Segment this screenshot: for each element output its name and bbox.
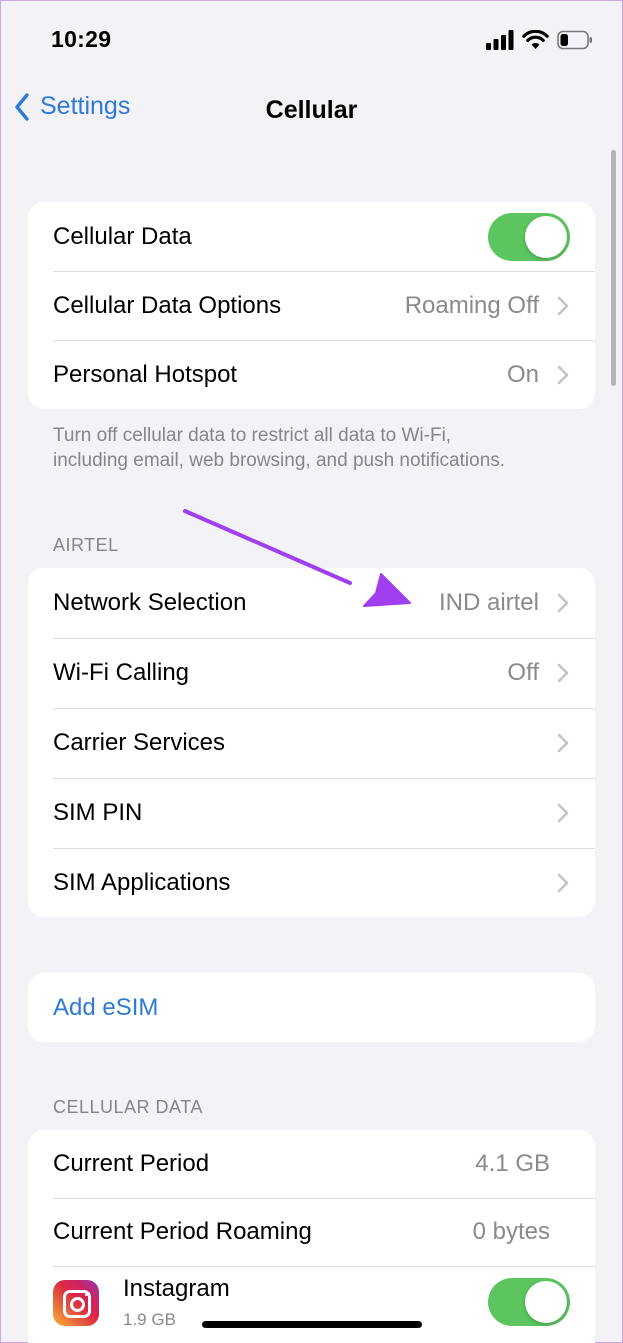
home-indicator[interactable] [202, 1321, 422, 1328]
annotation-arrow-icon [183, 509, 411, 607]
